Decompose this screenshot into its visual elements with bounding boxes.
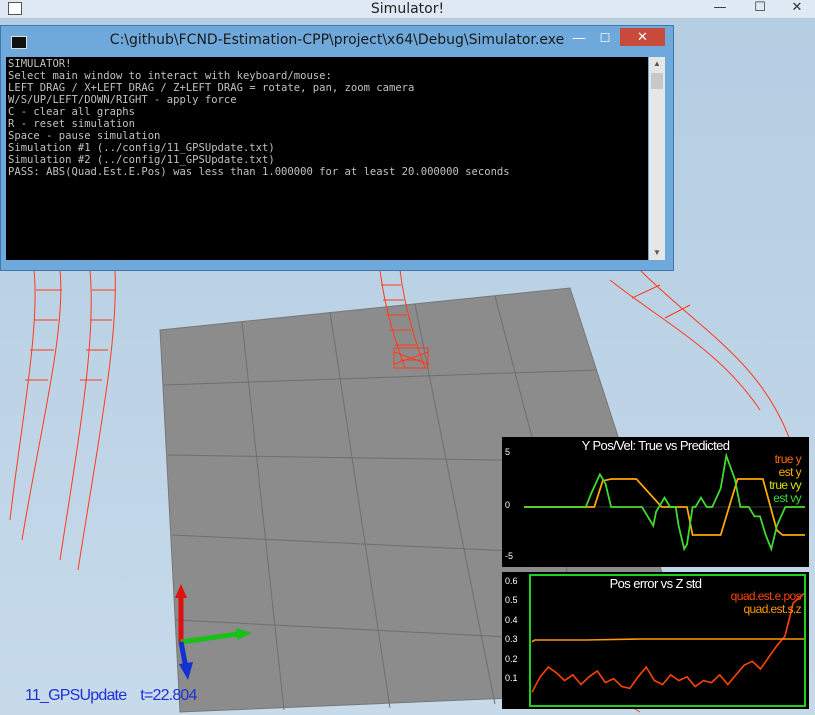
maximize-button[interactable]: ☐ [745, 0, 775, 18]
scrollbar-thumb[interactable] [651, 73, 663, 89]
scenario-label: 11_GPSUpdate t=22.804 [25, 687, 211, 705]
console-titlebar[interactable]: C:\github\FCND-Estimation-CPP\project\x6… [1, 26, 673, 56]
console-line: W/S/UP/LEFT/DOWN/RIGHT - apply force [8, 94, 237, 106]
legend-entry: quad.est.s.z [743, 602, 801, 616]
minimize-button[interactable]: — [705, 0, 735, 18]
y-tick: 5 [505, 447, 511, 457]
scroll-down-arrow-icon[interactable]: ▼ [649, 246, 665, 260]
console-line: Select main window to interact with keyb… [8, 70, 332, 82]
y-tick: 0.5 [505, 595, 518, 605]
graph-y-pos-vel-plot [524, 452, 805, 552]
y-tick: 0.6 [505, 576, 518, 586]
graph-pos-error[interactable]: Pos error vs Z std 0.6 0.5 0.4 0.3 0.2 0… [502, 572, 809, 709]
console-output[interactable]: SIMULATOR! Select main window to interac… [6, 57, 648, 260]
console-line: Space - pause simulation [8, 130, 161, 142]
y-tick: -5 [505, 551, 514, 561]
console-line: SIMULATOR! [8, 58, 72, 70]
console-line: R - reset simulation [8, 118, 135, 130]
console-minimize-button[interactable]: — [567, 30, 591, 48]
legend-entry: est vy [773, 491, 801, 505]
console-line: Simulation #2 (../config/11_GPSUpdate.tx… [8, 154, 275, 166]
series-line-est-vy [524, 452, 805, 552]
console-line: LEFT DRAG / X+LEFT DRAG / Z+LEFT DRAG = … [8, 82, 415, 94]
main-window-titlebar: Simulator! — ☐ ✕ [0, 0, 815, 19]
graph-y-pos-vel[interactable]: Y Pos/Vel: True vs Predicted 5 0 -5 true… [502, 437, 809, 567]
console-scrollbar[interactable]: ▲ ▼ [649, 57, 665, 260]
console-text: SIMULATOR! Select main window to interac… [6, 57, 648, 179]
console-icon [11, 36, 27, 49]
scroll-up-arrow-icon[interactable]: ▲ [649, 57, 665, 71]
y-tick: 0.1 [505, 673, 518, 683]
sim-time: t=22.804 [140, 687, 197, 704]
series-line-true-vy [524, 452, 805, 552]
graph-title: Y Pos/Vel: True vs Predicted [581, 438, 730, 453]
y-tick: 0.2 [505, 654, 518, 664]
console-maximize-button[interactable]: ☐ [593, 30, 617, 48]
console-close-button[interactable]: ✕ [620, 28, 665, 46]
console-line: PASS: ABS(Quad.Est.E.Pos) was less than … [8, 166, 510, 178]
y-tick: 0.4 [505, 615, 518, 625]
y-tick: 0.3 [505, 634, 518, 644]
console-line: C - clear all graphs [8, 106, 135, 118]
y-tick: 0 [505, 500, 511, 510]
console-line: Simulation #1 (../config/11_GPSUpdate.tx… [8, 142, 275, 154]
close-button[interactable]: ✕ [782, 0, 812, 18]
series-line-quad-est-s-z [531, 638, 804, 643]
main-window-title: Simulator! [370, 1, 445, 17]
console-title: C:\github\FCND-Estimation-CPP\project\x6… [109, 32, 565, 48]
console-window[interactable]: C:\github\FCND-Estimation-CPP\project\x6… [0, 25, 674, 271]
scenario-name: 11_GPSUpdate [25, 687, 127, 704]
